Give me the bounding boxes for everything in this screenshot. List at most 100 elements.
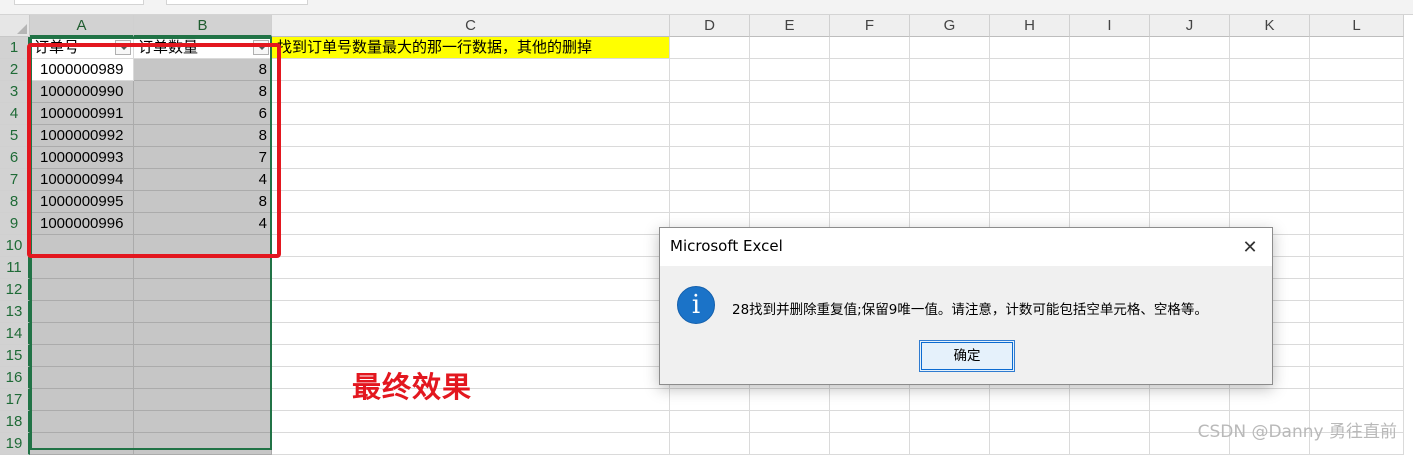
cell[interactable]: [830, 411, 910, 433]
cell[interactable]: [910, 389, 990, 411]
cell[interactable]: [750, 411, 830, 433]
cell[interactable]: 1000000996: [30, 213, 134, 235]
column-header-l[interactable]: L: [1310, 15, 1404, 37]
column-header-c[interactable]: C: [272, 15, 670, 37]
cell[interactable]: [1310, 37, 1404, 59]
cell[interactable]: [990, 169, 1070, 191]
cell[interactable]: [670, 411, 750, 433]
cell[interactable]: [910, 433, 990, 455]
cell[interactable]: [1230, 125, 1310, 147]
cell[interactable]: [134, 389, 272, 411]
cell[interactable]: [750, 433, 830, 455]
instruction-note[interactable]: 找到订单号数量最大的那一行数据，其他的删掉: [271, 37, 669, 58]
cell[interactable]: [1150, 191, 1230, 213]
cell[interactable]: [750, 191, 830, 213]
column-header-i[interactable]: I: [1070, 15, 1150, 37]
cell[interactable]: [1310, 345, 1404, 367]
row-header[interactable]: 12: [0, 279, 30, 301]
row-header[interactable]: 11: [0, 257, 30, 279]
cell[interactable]: [830, 433, 910, 455]
cell[interactable]: [670, 169, 750, 191]
cell[interactable]: [272, 213, 670, 235]
row-header[interactable]: 10: [0, 235, 30, 257]
cell[interactable]: [1310, 213, 1404, 235]
row-header[interactable]: 7: [0, 169, 30, 191]
cell[interactable]: [272, 191, 670, 213]
cell[interactable]: [990, 433, 1070, 455]
cell[interactable]: [670, 125, 750, 147]
cell[interactable]: [910, 81, 990, 103]
cell[interactable]: [830, 59, 910, 81]
cell[interactable]: [272, 301, 670, 323]
column-header-f[interactable]: F: [830, 15, 910, 37]
cell[interactable]: [1310, 367, 1404, 389]
cell[interactable]: [30, 257, 134, 279]
cell[interactable]: [272, 125, 670, 147]
column-header-e[interactable]: E: [750, 15, 830, 37]
cell[interactable]: [830, 37, 910, 59]
cell[interactable]: [1310, 235, 1404, 257]
cell[interactable]: [272, 81, 670, 103]
cell[interactable]: [134, 345, 272, 367]
column-header-g[interactable]: G: [910, 15, 990, 37]
cell[interactable]: 8: [134, 125, 272, 147]
cell[interactable]: [830, 191, 910, 213]
select-all-corner[interactable]: [0, 15, 30, 37]
cell[interactable]: [134, 257, 272, 279]
cell[interactable]: [750, 389, 830, 411]
ok-button[interactable]: 确定: [919, 340, 1015, 372]
cell[interactable]: [750, 103, 830, 125]
cell[interactable]: [750, 147, 830, 169]
row-header[interactable]: 6: [0, 147, 30, 169]
cell[interactable]: [1070, 411, 1150, 433]
row-header[interactable]: 9: [0, 213, 30, 235]
cell[interactable]: 6: [134, 103, 272, 125]
cell[interactable]: [1070, 37, 1150, 59]
cell[interactable]: [670, 433, 750, 455]
cell[interactable]: [750, 169, 830, 191]
cell[interactable]: [990, 411, 1070, 433]
cell[interactable]: [990, 191, 1070, 213]
cell[interactable]: [272, 235, 670, 257]
cell[interactable]: 8: [134, 191, 272, 213]
cell[interactable]: 1000000993: [30, 147, 134, 169]
cell[interactable]: 1000000990: [30, 81, 134, 103]
filter-dropdown-icon[interactable]: [253, 40, 269, 55]
cell[interactable]: [1310, 389, 1404, 411]
cell[interactable]: [1310, 323, 1404, 345]
row-header[interactable]: 8: [0, 191, 30, 213]
tab-placeholder[interactable]: [166, 0, 308, 5]
cell[interactable]: [30, 235, 134, 257]
cell[interactable]: [1230, 191, 1310, 213]
close-icon[interactable]: ✕: [1236, 234, 1264, 260]
cell[interactable]: [1310, 59, 1404, 81]
cell[interactable]: 1000000995: [30, 191, 134, 213]
cell[interactable]: [1070, 103, 1150, 125]
cell[interactable]: [30, 279, 134, 301]
cell[interactable]: [272, 59, 670, 81]
cell[interactable]: [990, 59, 1070, 81]
cell[interactable]: [30, 345, 134, 367]
cell[interactable]: [134, 301, 272, 323]
cell[interactable]: [134, 367, 272, 389]
cell[interactable]: [670, 147, 750, 169]
cell[interactable]: [1310, 169, 1404, 191]
cell[interactable]: [272, 103, 670, 125]
cell[interactable]: [30, 301, 134, 323]
column-header-a[interactable]: A: [30, 15, 134, 37]
cell[interactable]: 1000000991: [30, 103, 134, 125]
cell[interactable]: [1070, 81, 1150, 103]
cell[interactable]: [1070, 191, 1150, 213]
cell[interactable]: [910, 37, 990, 59]
column-header-j[interactable]: J: [1150, 15, 1230, 37]
cell[interactable]: [830, 125, 910, 147]
cell[interactable]: [830, 389, 910, 411]
cell[interactable]: [30, 323, 134, 345]
cell[interactable]: [750, 59, 830, 81]
cell[interactable]: [910, 59, 990, 81]
row-header[interactable]: 18: [0, 411, 30, 433]
cell[interactable]: [1310, 279, 1404, 301]
cell[interactable]: [1230, 389, 1310, 411]
cell[interactable]: [30, 433, 134, 455]
cell[interactable]: [990, 37, 1070, 59]
